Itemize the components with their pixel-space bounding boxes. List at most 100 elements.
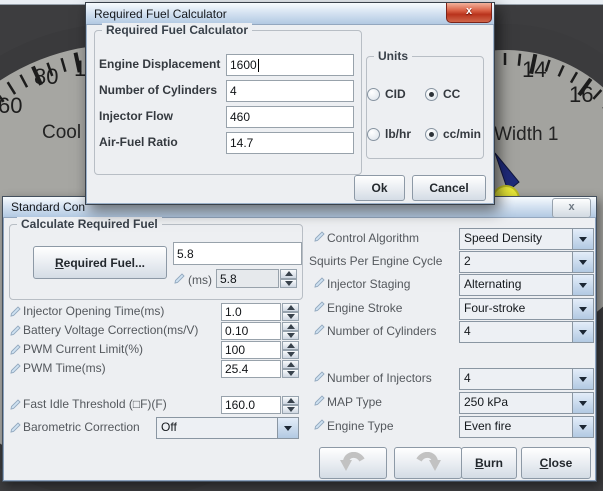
pencil-icon <box>314 324 325 335</box>
injector-flow-input[interactable]: 460 <box>226 106 354 128</box>
group-title: Units <box>374 49 412 63</box>
engine-displacement-label: Engine Displacement <box>99 57 221 71</box>
right-gauge-label: Width 1 <box>494 124 559 145</box>
constants-close-button[interactable]: x <box>552 198 591 218</box>
spin-down-button[interactable] <box>282 369 299 378</box>
text-cursor <box>257 58 259 72</box>
chevron-down-icon[interactable] <box>572 369 593 389</box>
pencil-icon <box>10 363 21 374</box>
chevron-down-icon[interactable] <box>572 417 593 437</box>
spin-down-button[interactable] <box>282 331 299 340</box>
required-fuel-calculator-dialog: Required Fuel Calculator x Required Fuel… <box>85 2 495 205</box>
barometric-correction-label: Barometric Correction <box>23 420 140 434</box>
fast-idle-threshold-spinner[interactable]: 160.0 <box>221 396 299 414</box>
spin-down-button[interactable] <box>280 278 297 288</box>
number-of-cylinders-dropdown[interactable]: 4 <box>459 321 594 343</box>
spin-up-button[interactable] <box>282 341 299 350</box>
group-title: Required Fuel Calculator <box>102 23 253 37</box>
map-type-label: MAP Type <box>327 395 382 409</box>
pwm-current-limit-spinner[interactable]: 100 <box>221 341 299 359</box>
barometric-correction-dropdown[interactable]: Off <box>156 417 299 439</box>
pencil-icon <box>10 422 21 433</box>
pencil-icon <box>314 301 325 312</box>
cancel-button[interactable]: Cancel <box>412 175 486 201</box>
air-fuel-ratio-input[interactable]: 14.7 <box>226 132 354 154</box>
standard-constants-dialog: Standard Con x Calculate Required Fuel R… <box>2 196 597 482</box>
ms-label: (ms) <box>188 273 212 287</box>
pencil-icon <box>174 273 185 284</box>
chevron-down-icon[interactable] <box>572 275 593 295</box>
spin-up-button[interactable] <box>282 360 299 369</box>
units-ccmin-radio[interactable]: cc/min <box>425 127 481 141</box>
fuel-calc-title-bar[interactable]: Required Fuel Calculator <box>86 3 494 25</box>
spin-down-button[interactable] <box>282 312 299 321</box>
injector-opening-time-spinner[interactable]: 1.0 <box>221 303 299 321</box>
pencil-icon <box>314 277 325 288</box>
pencil-icon <box>10 399 21 410</box>
engine-stroke-label: Engine Stroke <box>327 301 403 315</box>
burn-button[interactable]: Burn <box>461 447 517 479</box>
number-of-injectors-dropdown[interactable]: 4 <box>459 368 594 390</box>
battery-voltage-correction-spinner[interactable]: 0.10 <box>221 322 299 340</box>
chevron-down-icon[interactable] <box>572 393 593 413</box>
pwm-time-spinner[interactable]: 25.4 <box>221 360 299 378</box>
spin-down-button[interactable] <box>282 350 299 359</box>
chevron-down-icon[interactable] <box>572 229 593 249</box>
undo-button[interactable] <box>319 447 387 479</box>
redo-arrow-icon <box>416 452 441 471</box>
control-algorithm-dropdown[interactable]: Speed Density <box>459 228 594 250</box>
units-cid-radio[interactable]: CID <box>367 87 406 101</box>
ok-button[interactable]: Ok <box>354 175 405 201</box>
number-of-injectors-label: Number of Injectors <box>327 371 432 385</box>
pencil-icon <box>314 371 325 382</box>
engine-type-label: Engine Type <box>327 419 394 433</box>
injector-flow-label: Injector Flow <box>99 109 174 123</box>
required-fuel-value-input[interactable]: 5.8 <box>173 242 302 265</box>
spin-up-button[interactable] <box>282 396 299 405</box>
close-button[interactable]: Close <box>521 447 591 479</box>
right-gauge-tick-14: 14 <box>522 57 547 82</box>
number-of-cylinders-label: Number of Cylinders <box>327 324 437 338</box>
undo-arrow-icon <box>340 452 365 471</box>
pencil-icon <box>314 395 325 406</box>
group-title: Calculate Required Fuel <box>17 217 162 231</box>
spin-up-button[interactable] <box>282 322 299 331</box>
radio-icon <box>425 127 438 141</box>
engine-type-dropdown[interactable]: Even fire <box>459 416 594 438</box>
pencil-icon <box>314 231 325 242</box>
chevron-down-icon[interactable] <box>572 252 593 272</box>
redo-button[interactable] <box>394 447 462 479</box>
squirts-per-cycle-dropdown[interactable]: 2 <box>459 251 594 273</box>
number-of-cylinders-input[interactable]: 4 <box>226 80 354 102</box>
required-fuel-ms-spinner[interactable]: 5.8 <box>216 269 297 288</box>
chevron-down-icon[interactable] <box>572 299 593 319</box>
pencil-icon <box>10 344 21 355</box>
spin-up-button[interactable] <box>282 303 299 312</box>
units-lbhr-radio[interactable]: lb/hr <box>367 127 411 141</box>
injector-opening-time-label: Injector Opening Time(ms) <box>23 304 165 318</box>
number-of-cylinders-label: Number of Cylinders <box>99 83 218 97</box>
spin-down-button[interactable] <box>282 405 299 414</box>
units-cc-radio[interactable]: CC <box>425 87 460 101</box>
chevron-down-icon[interactable] <box>277 418 298 438</box>
pwm-time-label: PWM Time(ms) <box>23 361 106 375</box>
spin-up-button[interactable] <box>280 269 297 279</box>
injector-staging-label: Injector Staging <box>327 277 411 291</box>
control-algorithm-label: Control Algorithm <box>327 231 420 245</box>
required-fuel-button[interactable]: Required Fuel... <box>33 246 167 279</box>
pwm-current-limit-label: PWM Current Limit(%) <box>23 342 144 356</box>
battery-voltage-correction-label: Battery Voltage Correction(ms/V) <box>23 323 199 337</box>
left-gauge-tick-60: 60 <box>0 93 23 118</box>
map-type-dropdown[interactable]: 250 kPa <box>459 392 594 414</box>
engine-displacement-input[interactable]: 1600 <box>226 54 354 76</box>
injector-staging-dropdown[interactable]: Alternating <box>459 274 594 296</box>
radio-icon <box>367 127 380 141</box>
left-gauge-tick-80: 80 <box>34 64 59 89</box>
squirts-per-cycle-label: Squirts Per Engine Cycle <box>309 254 443 268</box>
pencil-icon <box>314 419 325 430</box>
air-fuel-ratio-label: Air-Fuel Ratio <box>99 135 178 149</box>
left-gauge-label: Cool <box>42 122 82 143</box>
fuel-calc-close-button[interactable]: x <box>446 3 492 23</box>
chevron-down-icon[interactable] <box>572 322 593 342</box>
engine-stroke-dropdown[interactable]: Four-stroke <box>459 298 594 320</box>
